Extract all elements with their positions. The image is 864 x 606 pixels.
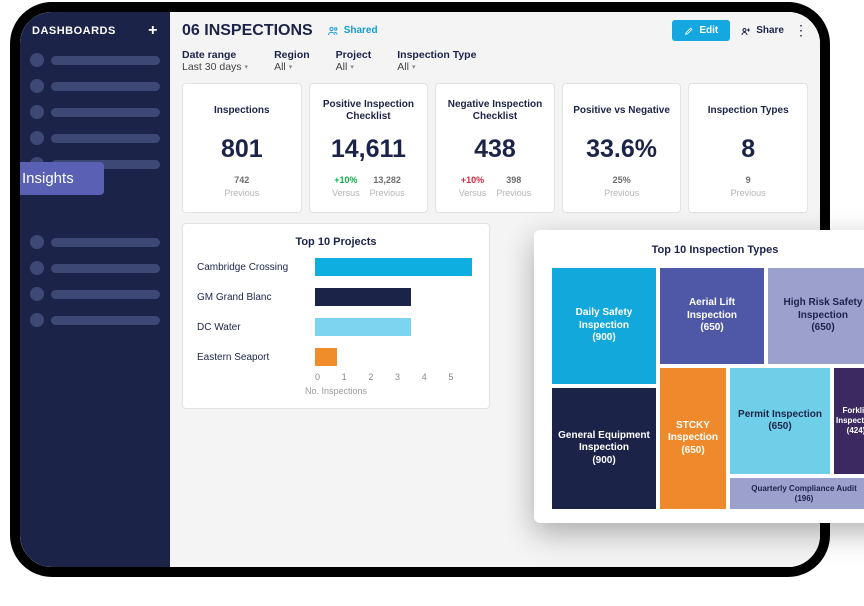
chevron-down-icon: ▾ <box>245 63 249 71</box>
treemap-cell[interactable]: Aerial Lift Inspection(650) <box>658 266 766 366</box>
sidebar-title: DASHBOARDS <box>32 25 116 37</box>
top-inspection-types-card: Top 10 Inspection Types Daily Safety Ins… <box>534 230 864 523</box>
treemap-cell[interactable]: General Equipment Inspection(900) <box>550 386 658 511</box>
sidebar-item[interactable] <box>28 258 162 278</box>
insights-tag[interactable]: Insights <box>10 162 104 195</box>
bar-row: Eastern Seaport <box>197 348 475 366</box>
chevron-down-icon: ▾ <box>289 63 293 71</box>
filter-project: Project All▾ <box>336 49 372 73</box>
treemap-cell[interactable]: Daily Safety Inspection(900) <box>550 266 658 386</box>
filter-inspection-type: Inspection Type All▾ <box>397 49 476 73</box>
kpi-card: Positive Inspection Checklist14,611+10%V… <box>309 83 429 213</box>
kpi-row: Inspections801742PreviousPositive Inspec… <box>182 83 808 213</box>
kpi-card: Inspections801742Previous <box>182 83 302 213</box>
pencil-icon <box>684 26 694 36</box>
treemap-cell[interactable]: STCKY Inspection(650) <box>658 366 728 511</box>
sidebar-item[interactable] <box>28 128 162 148</box>
chevron-down-icon: ▾ <box>350 63 354 71</box>
top-projects-card: Top 10 Projects Cambridge CrossingGM Gra… <box>182 223 490 409</box>
treemap-cell[interactable]: Quarterly Compliance Audit(196) <box>728 476 864 511</box>
kpi-card: Positive vs Negative33.6%25%Previous <box>562 83 682 213</box>
page-title: 06 INSPECTIONS <box>182 22 313 40</box>
sidebar-item[interactable] <box>28 50 162 70</box>
bar-row: DC Water <box>197 318 475 336</box>
bar-row: GM Grand Blanc <box>197 288 475 306</box>
sidebar: DASHBOARDS + Insights <box>20 12 170 567</box>
chevron-down-icon: ▾ <box>412 63 416 71</box>
treemap-cell[interactable]: Permit Inspection(650) <box>728 366 832 476</box>
sidebar-item[interactable] <box>28 310 162 330</box>
sidebar-item[interactable] <box>28 284 162 304</box>
people-icon <box>327 25 339 37</box>
share-icon <box>740 25 752 37</box>
add-dashboard-icon[interactable]: + <box>148 22 158 40</box>
treemap-cell[interactable]: Forklift Inspection(424) <box>832 366 864 476</box>
sidebar-item[interactable] <box>28 102 162 122</box>
kpi-card: Negative Inspection Checklist438+10%Vers… <box>435 83 555 213</box>
filter-region: Region All▾ <box>274 49 310 73</box>
share-button[interactable]: Share <box>740 25 784 37</box>
filter-date-range: Date range Last 30 days▾ <box>182 49 248 73</box>
bar-row: Cambridge Crossing <box>197 258 475 276</box>
edit-button[interactable]: Edit <box>672 20 730 41</box>
treemap-cell[interactable]: High Risk Safety Inspection(650) <box>766 266 864 366</box>
sidebar-item[interactable] <box>28 76 162 96</box>
shared-indicator: Shared <box>327 25 378 37</box>
kpi-card: Inspection Types89Previous <box>688 83 808 213</box>
sidebar-item[interactable] <box>28 232 162 252</box>
more-menu-icon[interactable]: ⋮ <box>794 22 808 39</box>
